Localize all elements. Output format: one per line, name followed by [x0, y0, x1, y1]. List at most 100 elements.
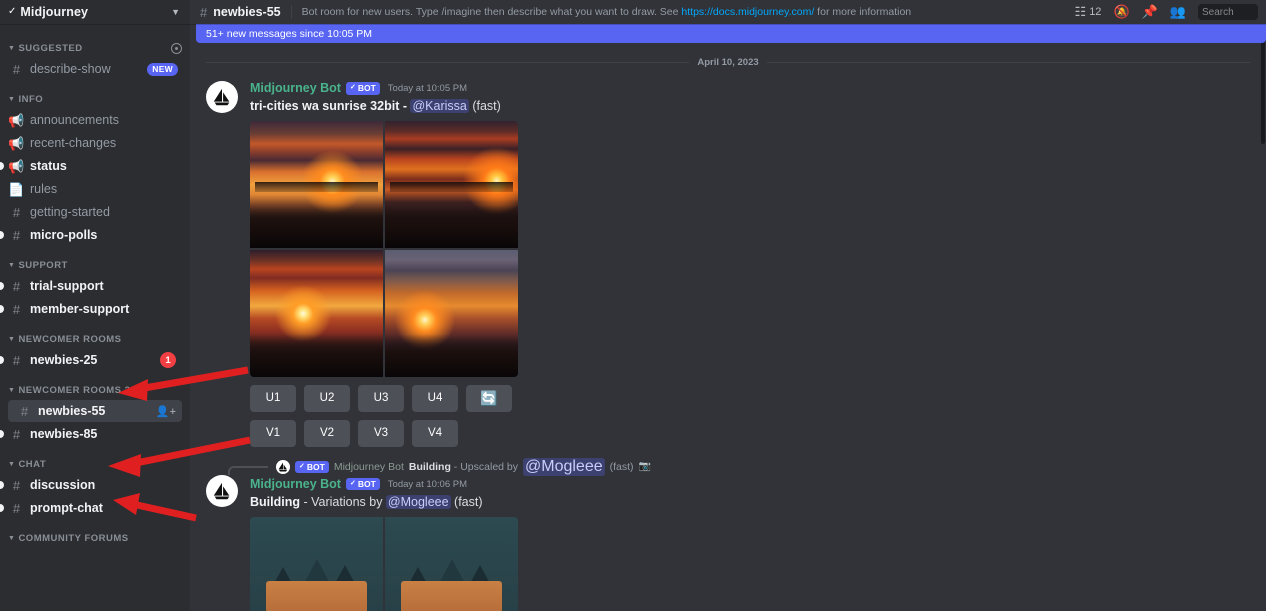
sidebar-item-member-support[interactable]: member-support — [0, 298, 182, 320]
category-newcomer-rooms[interactable]: ▼ NEWCOMER ROOMS — [0, 321, 190, 348]
upscale-button-u4[interactable]: U4 — [412, 384, 458, 412]
variation-button-v2[interactable]: V2 — [304, 419, 350, 447]
category-collapse-icon: ▼ — [8, 336, 16, 343]
sidebar-item-prompt-chat[interactable]: prompt-chat — [0, 497, 182, 519]
mention[interactable]: @Karissa — [410, 99, 469, 113]
speed-label: (fast) — [454, 494, 483, 509]
sidebar-item-announcements[interactable]: 📢 announcements — [0, 109, 182, 131]
bot-label: BOT — [357, 479, 376, 490]
channel-title: newbies-55 — [213, 5, 281, 19]
avatar[interactable] — [206, 81, 238, 113]
check-icon: ✓ — [349, 84, 356, 92]
server-name: Midjourney — [20, 5, 89, 19]
category-suggested[interactable]: ▼ SUGGESTED — [0, 30, 190, 57]
generated-image-grid[interactable] — [250, 516, 518, 611]
search-input[interactable]: Search — [1198, 4, 1258, 20]
category-info[interactable]: ▼ INFO — [0, 81, 190, 108]
generated-image-2[interactable] — [385, 120, 518, 248]
channel-label: getting-started — [30, 205, 110, 219]
gear-icon[interactable] — [171, 43, 182, 54]
message-scrollbar[interactable] — [1261, 24, 1266, 611]
sidebar-item-micro-polls[interactable]: micro-polls — [0, 224, 182, 246]
chevron-down-icon[interactable]: ▼ — [171, 7, 180, 17]
upscale-button-u1[interactable]: U1 — [250, 384, 296, 412]
reply-reference[interactable]: ✓ BOT Midjourney Bot Building - Upscaled… — [228, 457, 1250, 476]
sidebar-item-status[interactable]: 📢 status — [0, 155, 182, 177]
sidebar-item-describe-show[interactable]: describe-show NEW — [0, 58, 182, 80]
new-messages-banner[interactable]: 51+ new messages since 10:05 PM — [196, 24, 1266, 43]
variation-button-v3[interactable]: V3 — [358, 419, 404, 447]
date-divider: April 10, 2023 — [206, 55, 1251, 69]
header-divider — [290, 5, 292, 19]
generated-image-grid[interactable] — [250, 120, 518, 377]
upscale-button-row: U1 U2 U3 U4 🔄 — [250, 384, 1250, 412]
category-label: NEWCOMER ROOMS 2 — [18, 385, 131, 396]
channel-header: newbies-55 Bot room for new users. Type … — [190, 0, 1266, 24]
channel-list[interactable]: ▼ SUGGESTED describe-show NEW ▼ INFO 📢 a… — [0, 24, 190, 611]
hash-thread-icon — [8, 280, 25, 293]
hash-thread-icon — [8, 229, 25, 242]
generated-image-2[interactable] — [385, 516, 518, 611]
sidebar-item-trial-support[interactable]: trial-support — [0, 275, 182, 297]
variation-button-v4[interactable]: V4 — [412, 419, 458, 447]
variation-button-row: V1 V2 V3 V4 — [250, 419, 1250, 447]
members-icon[interactable]: 👥 — [1170, 4, 1186, 20]
generated-image-1[interactable] — [250, 516, 383, 611]
category-community-forums[interactable]: ▼ COMMUNITY FORUMS — [0, 520, 190, 547]
sidebar-item-rules[interactable]: 📄 rules — [0, 178, 182, 200]
category-collapse-icon: ▼ — [8, 45, 16, 52]
announcement-icon: 📢 — [8, 158, 25, 174]
topic-prefix: Bot room for new users. Type /imagine th… — [301, 6, 682, 18]
channel-label: newbies-55 — [38, 404, 106, 418]
unread-indicator — [0, 231, 4, 239]
channel-label: status — [30, 159, 67, 173]
reply-title: Building — [408, 460, 451, 473]
scrollbar-thumb[interactable] — [1261, 34, 1265, 144]
message-list[interactable]: April 10, 2023 Midjourney Bot ✓ BOT Toda… — [190, 24, 1266, 611]
check-icon: ✓ — [299, 462, 305, 470]
sidebar: ✓ Midjourney ▼ ▼ SUGGESTED describe-show… — [0, 0, 190, 611]
generated-image-4[interactable] — [385, 249, 518, 377]
generated-image-3[interactable] — [250, 249, 383, 377]
pin-icon[interactable]: 📌 — [1142, 4, 1158, 20]
variation-button-v1[interactable]: V1 — [250, 419, 296, 447]
sidebar-item-newbies-55[interactable]: newbies-55 👤+ — [8, 400, 182, 422]
image-detail — [265, 580, 368, 611]
generated-image-1[interactable] — [250, 120, 383, 248]
avatar[interactable] — [206, 474, 238, 507]
bell-muted-icon[interactable]: 🔕 — [1113, 4, 1129, 20]
upscale-button-u2[interactable]: U2 — [304, 384, 350, 412]
topic-link[interactable]: https://docs.midjourney.com/ — [681, 6, 814, 18]
message-author[interactable]: Midjourney Bot — [250, 81, 341, 96]
category-label: SUPPORT — [18, 260, 68, 271]
category-newcomer-rooms-2[interactable]: ▼ NEWCOMER ROOMS 2 — [0, 372, 190, 399]
message[interactable]: Midjourney Bot ✓ BOT Today at 10:05 PM t… — [190, 75, 1266, 449]
sidebar-item-newbies-85[interactable]: newbies-85 — [0, 423, 182, 445]
sidebar-item-discussion[interactable]: discussion — [0, 474, 182, 496]
channel-label: describe-show — [30, 62, 111, 76]
threads-icon[interactable]: ☷ 12 — [1075, 4, 1102, 20]
upscale-button-u3[interactable]: U3 — [358, 384, 404, 412]
message-timestamp: Today at 10:06 PM — [387, 478, 468, 490]
midjourney-sailboat-icon — [278, 462, 287, 472]
sidebar-item-getting-started[interactable]: getting-started — [0, 201, 182, 223]
sidebar-item-newbies-25[interactable]: newbies-25 1 — [0, 349, 182, 371]
channel-label: announcements — [30, 113, 119, 127]
hash-thread-icon — [16, 405, 33, 418]
sidebar-item-recent-changes[interactable]: 📢 recent-changes — [0, 132, 182, 154]
category-chat[interactable]: ▼ CHAT — [0, 446, 190, 473]
image-attachment-icon: 📷 — [638, 461, 651, 473]
reply-author[interactable]: Midjourney Bot — [334, 461, 404, 473]
reply-mention[interactable]: @Mogleee — [523, 457, 605, 476]
mention[interactable]: @Mogleee — [385, 494, 451, 509]
reply-text: Building - Upscaled by — [409, 461, 518, 473]
message-author[interactable]: Midjourney Bot — [250, 477, 341, 492]
server-header[interactable]: ✓ Midjourney ▼ — [0, 0, 190, 24]
prompt-separator: - — [399, 99, 411, 113]
reply-spine — [228, 465, 268, 475]
add-member-icon[interactable]: 👤+ — [156, 405, 176, 418]
channel-topic[interactable]: Bot room for new users. Type /imagine th… — [302, 6, 1075, 18]
message[interactable]: ✓ BOT Midjourney Bot Building - Upscaled… — [190, 449, 1266, 611]
reroll-button[interactable]: 🔄 — [466, 384, 512, 412]
category-support[interactable]: ▼ SUPPORT — [0, 247, 190, 274]
